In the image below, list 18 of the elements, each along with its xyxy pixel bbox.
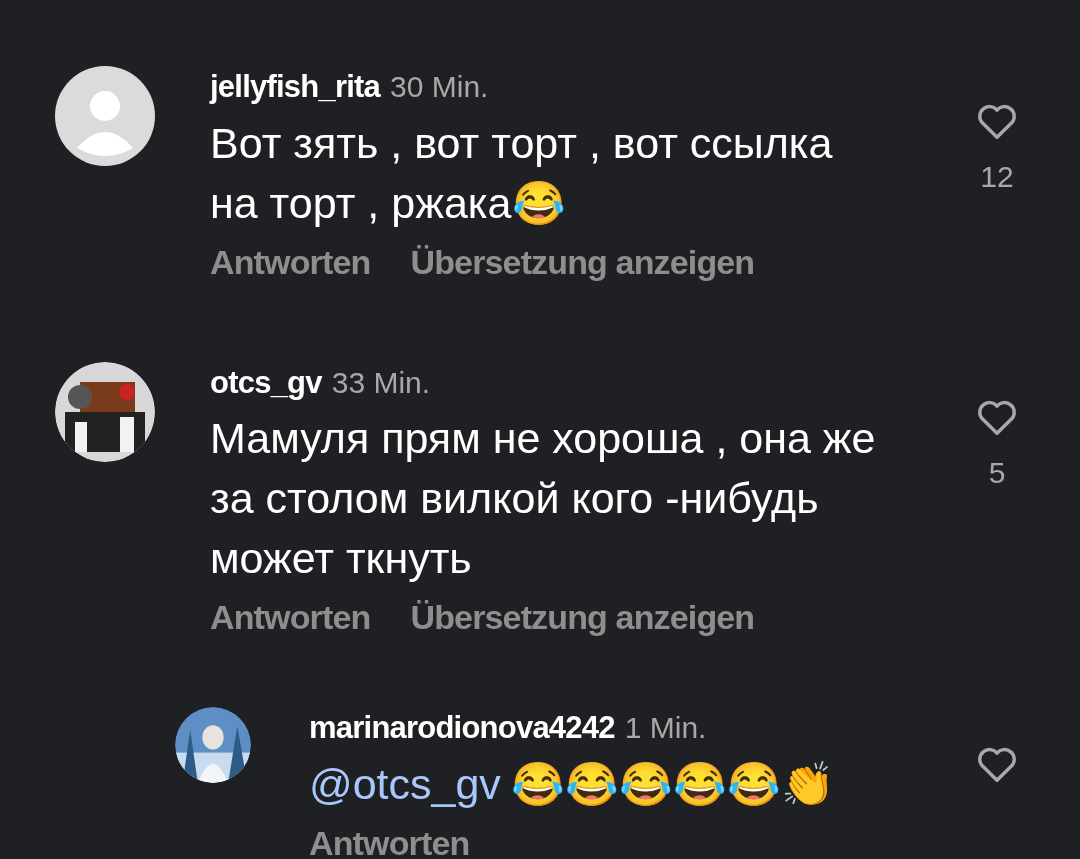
comment-text: Вот зять , вот торт , вот ссылка на торт , ржака😂	[210, 118, 833, 227]
comment-action-button[interactable]: Antworten	[309, 817, 470, 859]
comment-action-button[interactable]: Übersetzung anzeigen	[410, 592, 755, 643]
timestamp: 33 Min.	[331, 364, 431, 401]
like-count: 5	[988, 454, 1006, 491]
avatar-icon[interactable]	[55, 66, 155, 166]
like-count: 12	[980, 159, 1014, 195]
mention-link[interactable]: @otcs_gv	[309, 759, 501, 808]
timestamp: 30 Min.	[390, 69, 489, 105]
username[interactable]: otcs_gv	[210, 359, 322, 406]
timestamp: 1 Min.	[624, 710, 707, 746]
username[interactable]: jellyfish_rita	[210, 64, 381, 111]
comment-text: Мамуля прям не хороша , она же за столом вилкой кого -нибудь может ткнуть	[210, 414, 876, 582]
username[interactable]: marinarodionova4242	[309, 705, 615, 752]
comment-action-button[interactable]: Antworten	[210, 236, 371, 288]
comment-action-button[interactable]: Antworten	[210, 592, 371, 643]
comment-text: 😂😂😂😂😂👏	[510, 759, 835, 808]
comment-action-button[interactable]: Übersetzung anzeigen	[410, 236, 755, 288]
